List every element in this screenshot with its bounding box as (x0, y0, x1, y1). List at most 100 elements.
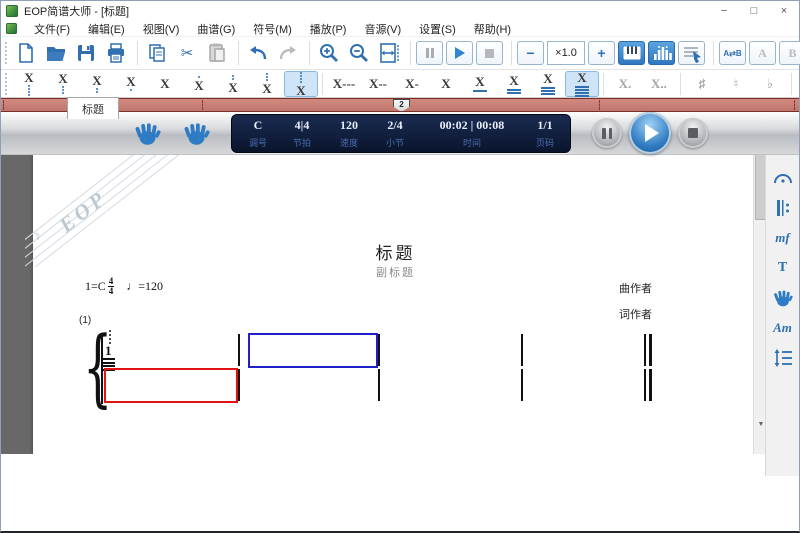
new-button[interactable] (12, 39, 40, 67)
octave-up-2-button[interactable]: X (216, 71, 250, 97)
zoom-in-button[interactable] (315, 39, 343, 67)
sixty-fourth-note-button[interactable]: X (565, 71, 599, 97)
player-bar: C调号 4|4节拍 120速度 2/4小节 00:02 | 00:08时间 1/… (1, 112, 799, 155)
player-stop-button[interactable] (678, 118, 708, 148)
menu-symbol[interactable]: 符号(M) (244, 21, 301, 37)
lyricist-label[interactable]: 词作者 (619, 306, 652, 322)
note-octave-dots (109, 330, 111, 344)
window-title: EOP简谱大师 - [标题] (24, 3, 129, 19)
double-dotted-note-button[interactable]: X.. (642, 71, 676, 97)
note[interactable]: 1 (105, 343, 112, 359)
close-icon[interactable]: × (769, 1, 799, 21)
speed-plus-button[interactable]: + (588, 41, 615, 65)
save-button[interactable] (72, 39, 100, 67)
score-title[interactable]: 标题 (33, 239, 753, 264)
chord-button[interactable]: Am (769, 314, 797, 341)
octave-down-1-button[interactable]: X (114, 71, 148, 97)
selection-box-red[interactable] (104, 368, 238, 403)
barline (521, 369, 523, 401)
tab-title[interactable]: 标题 (67, 97, 119, 119)
play-button[interactable] (446, 41, 473, 65)
half-note-button[interactable]: X- (395, 71, 429, 97)
note-middle-button[interactable]: X (148, 71, 182, 97)
toolbar-separator (309, 41, 310, 65)
status-display-panel: C调号 4|4节拍 120速度 2/4小节 00:02 | 00:08时间 1/… (231, 114, 571, 153)
octave-down-3-button[interactable]: X (46, 71, 80, 97)
stop-button[interactable] (476, 41, 503, 65)
menu-play[interactable]: 播放(P) (301, 21, 356, 37)
cut-button[interactable]: ✂ (173, 39, 201, 67)
thirty-second-note-button[interactable]: X (531, 71, 565, 97)
menu-score[interactable]: 曲谱(G) (188, 21, 244, 37)
sixteenth-note-button[interactable]: X (497, 71, 531, 97)
main-toolbar: ✂ − ×1.0 + A⇄B A B (1, 37, 799, 70)
whole-note-button[interactable]: X--- (327, 71, 361, 97)
toolbar-separator (603, 73, 604, 95)
player-play-button[interactable] (629, 112, 671, 154)
pause-button[interactable] (416, 41, 443, 65)
menu-view[interactable]: 视图(V) (134, 21, 189, 37)
toolbar-grip (5, 42, 9, 64)
copy-button[interactable] (143, 39, 171, 67)
barline (238, 334, 240, 366)
dotted-half-note-button[interactable]: X-- (361, 71, 395, 97)
octave-down-2-button[interactable]: X (80, 71, 114, 97)
octave-up-3-button[interactable]: X (250, 71, 284, 97)
stop-icon (688, 128, 698, 138)
sharp-button[interactable]: ♯ (685, 71, 719, 97)
barline (378, 334, 380, 366)
score-canvas[interactable]: ♪ EOP 标题 副标题 1=C 4 4 ♩ =120 (1, 120, 753, 454)
print-button[interactable] (102, 39, 130, 67)
menu-sound[interactable]: 音源(V) (355, 21, 410, 37)
fermata-button[interactable] (769, 164, 797, 191)
key-signature-line[interactable]: 1=C 4 4 ♩ =120 (85, 277, 163, 296)
progress-divider (794, 100, 795, 110)
menu-file[interactable]: 文件(F) (25, 21, 79, 37)
score-follow-button[interactable] (678, 41, 705, 65)
progress-bar[interactable]: 2 (1, 98, 799, 112)
right-hand-button[interactable] (183, 120, 210, 147)
track-b-button[interactable]: B (779, 41, 800, 65)
text-tool-button[interactable]: T (769, 254, 797, 281)
speed-minus-button[interactable]: − (517, 41, 544, 65)
document-icon (6, 23, 17, 34)
menu-edit[interactable]: 编辑(E) (79, 21, 134, 37)
octave-up-4-button[interactable]: X (284, 71, 318, 97)
player-pause-button[interactable] (592, 118, 622, 148)
fit-width-button[interactable] (375, 39, 403, 67)
line-spacing-button[interactable] (769, 344, 797, 371)
ab-switch-button[interactable]: A⇄B (719, 41, 746, 65)
pause-icon (602, 128, 612, 139)
menu-settings[interactable]: 设置(S) (410, 21, 465, 37)
open-button[interactable] (42, 39, 70, 67)
octave-down-4-button[interactable]: X (12, 71, 46, 97)
flat-button[interactable]: ♭ (753, 71, 787, 97)
zoom-out-button[interactable] (345, 39, 373, 67)
progress-marker[interactable]: 2 (393, 99, 410, 112)
selection-box-blue[interactable] (248, 333, 378, 368)
quarter-note-button[interactable]: X (429, 71, 463, 97)
progress-divider (202, 100, 203, 110)
tie-split-button[interactable]: × (796, 71, 800, 97)
keyboard-panel-button[interactable] (618, 41, 645, 65)
maximize-icon[interactable]: □ (739, 1, 769, 21)
paste-button[interactable] (203, 39, 231, 67)
hand-tool-button[interactable] (769, 284, 797, 311)
left-hand-button[interactable] (134, 120, 161, 147)
minimize-icon[interactable]: − (709, 1, 739, 21)
composer-label[interactable]: 曲作者 (619, 280, 652, 296)
repeat-barline-button[interactable] (769, 194, 797, 221)
eighth-note-button[interactable]: X (463, 71, 497, 97)
menu-help[interactable]: 帮助(H) (465, 21, 520, 37)
undo-button[interactable] (244, 39, 272, 67)
redo-button[interactable] (274, 39, 302, 67)
final-barline (649, 369, 652, 401)
speed-input[interactable]: ×1.0 (547, 41, 585, 65)
natural-button[interactable]: ♮ (719, 71, 753, 97)
octave-up-1-button[interactable]: X (182, 71, 216, 97)
dotted-note-button[interactable]: X. (608, 71, 642, 97)
spectrum-panel-button[interactable] (648, 41, 675, 65)
dynamics-button[interactable]: mf (769, 224, 797, 251)
track-a-button[interactable]: A (749, 41, 776, 65)
key-signature: 1=C (85, 279, 106, 294)
